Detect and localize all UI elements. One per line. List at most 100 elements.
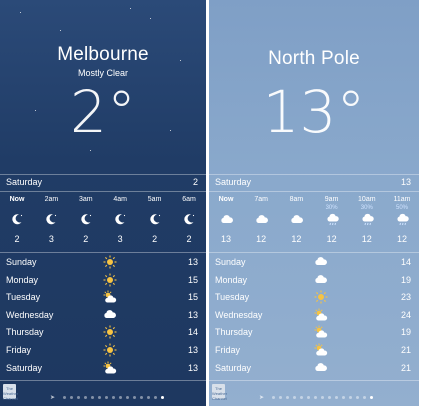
page-dot[interactable]: [91, 396, 95, 400]
cloud-icon: [103, 308, 117, 322]
page-dot[interactable]: [342, 396, 346, 400]
divider: [209, 380, 419, 381]
day-name: Sunday: [215, 257, 246, 267]
hour-item: 7am 12: [246, 196, 276, 244]
cloud-icon: [246, 208, 276, 228]
cloud-icon: [314, 361, 328, 375]
hour-item: 8am 12: [281, 196, 311, 244]
page-dot[interactable]: [279, 396, 283, 400]
hourly-forecast[interactable]: Now 2 2am 3 3am 2 4am 3 5am 2 6am 2: [0, 196, 206, 248]
today-day: Saturday: [6, 177, 43, 187]
page-dot[interactable]: [363, 396, 367, 400]
hour-temperature: 2: [186, 234, 192, 244]
hour-label: 6am: [182, 196, 196, 203]
page-dot[interactable]: [84, 396, 88, 400]
hour-label: 5am: [147, 196, 162, 203]
day-name: Friday: [6, 344, 32, 355]
melbourne-panel[interactable]: Melbourne Mostly Clear 2° Saturday 2 Now…: [0, 0, 206, 406]
page-dot[interactable]: [154, 396, 158, 400]
hour-temperature: 12: [256, 234, 267, 244]
daily-row: Saturday 21: [209, 360, 419, 378]
page-dot[interactable]: [126, 396, 130, 400]
weather-channel-logo[interactable]: The Weather Channel: [212, 384, 227, 401]
rain-cloud-icon: 30%: [352, 205, 382, 228]
today-row: Saturday 2: [0, 175, 206, 191]
hour-item: 11am 50% 12: [387, 196, 417, 244]
location-arrow-icon: ➤: [259, 395, 265, 402]
hour-temperature: 3: [117, 234, 123, 244]
divider: [209, 191, 419, 192]
north-pole-panel[interactable]: North Pole 13° Saturday 13 Now 13 7am 12 8am…: [209, 0, 419, 406]
day-name: Tuesday: [6, 292, 41, 303]
page-dot[interactable]: [300, 396, 304, 400]
page-indicator[interactable]: ➤: [50, 389, 168, 401]
divider: [0, 380, 206, 381]
page-dot[interactable]: [133, 396, 137, 400]
page-dot[interactable]: [63, 396, 67, 400]
page-dot[interactable]: [349, 396, 353, 400]
hour-temperature: 12: [291, 234, 302, 244]
page-dot[interactable]: [272, 396, 276, 400]
hour-label: 3am: [78, 196, 93, 203]
hour-temperature: 12: [326, 234, 337, 244]
sun-icon: [103, 343, 117, 357]
partly-cloudy-icon: [314, 343, 328, 357]
divider: [0, 252, 206, 253]
day-temperature: 13: [187, 257, 198, 267]
day-temperature: 14: [187, 327, 198, 338]
day-name: Thursday: [215, 327, 253, 338]
daily-row: Monday 15: [0, 272, 206, 290]
hour-label: 2am: [44, 196, 59, 203]
partly-cloudy-icon: [314, 325, 328, 339]
page-dot[interactable]: [119, 396, 123, 400]
page-dot[interactable]: [328, 396, 332, 400]
daily-forecast[interactable]: Sunday 14 Monday 19 Tuesday 23 Wednesday 24 Thur…: [209, 254, 419, 377]
partly-cloudy-icon: [103, 361, 117, 375]
daily-row: Friday 21: [209, 342, 419, 360]
day-name: Monday: [6, 274, 39, 285]
page-dot[interactable]: [77, 396, 81, 400]
weather-channel-logo[interactable]: The Weather Channel: [3, 384, 18, 401]
day-temperature: 23: [400, 292, 411, 303]
page-dot[interactable]: [105, 396, 109, 400]
page-dot[interactable]: [140, 396, 144, 400]
page-dot-active[interactable]: [370, 396, 374, 400]
day-temperature: 21: [400, 344, 411, 355]
page-dot[interactable]: [356, 396, 360, 400]
sun-icon: [103, 273, 117, 287]
daily-row: Sunday 13: [0, 254, 206, 272]
page-dot[interactable]: [70, 396, 74, 400]
day-name: Monday: [215, 274, 248, 285]
hour-label: 4am: [113, 196, 127, 203]
page-dot[interactable]: [335, 396, 339, 400]
daily-row: Friday 13: [0, 342, 206, 360]
day-temperature: 14: [400, 257, 411, 267]
day-temperature: 13: [187, 309, 198, 320]
hourly-forecast[interactable]: Now 13 7am 12 8am 12 9am 30% 12 10am 30% 12 11am 50% 1…: [209, 196, 419, 248]
hour-temperature: 2: [83, 234, 89, 244]
page-indicator[interactable]: ➤: [259, 389, 377, 401]
precip-chance: 30%: [325, 205, 338, 211]
day-temperature: 13: [187, 362, 198, 373]
hour-item: 3am 2: [71, 196, 101, 244]
hour-temperature: 3: [48, 234, 54, 244]
page-dot[interactable]: [321, 396, 325, 400]
today-row: Saturday 13: [209, 175, 419, 191]
page-dot[interactable]: [112, 396, 116, 400]
page-dot[interactable]: [286, 396, 290, 400]
daily-forecast[interactable]: Sunday 13 Monday 15 Tuesday 15 Wednesday 13 Thur…: [0, 254, 206, 377]
page-dot[interactable]: [98, 396, 102, 400]
day-temperature: 15: [187, 274, 198, 285]
today-value: 13: [400, 177, 411, 187]
hour-item: Now 2: [2, 196, 32, 244]
daily-row: Saturday 13: [0, 360, 206, 378]
hour-item: 6am 2: [174, 196, 204, 244]
hour-item: 4am 3: [105, 196, 135, 244]
page-dot[interactable]: [314, 396, 318, 400]
page-dot-active[interactable]: [161, 396, 165, 400]
page-dot[interactable]: [293, 396, 297, 400]
page-dot[interactable]: [307, 396, 311, 400]
page-dot[interactable]: [147, 396, 151, 400]
hour-item: 9am 30% 12: [317, 196, 347, 244]
hour-temperature: 2: [152, 234, 158, 244]
